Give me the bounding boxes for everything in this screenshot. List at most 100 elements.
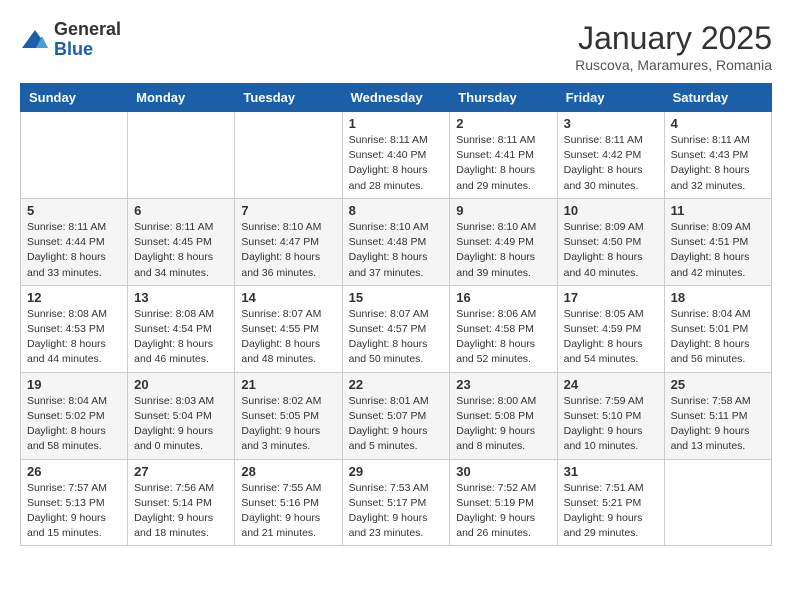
day-number: 19 (27, 377, 121, 392)
day-number: 18 (671, 290, 765, 305)
calendar-cell: 2 Sunrise: 8:11 AM Sunset: 4:41 PM Daylig… (450, 112, 557, 199)
day-info: Sunrise: 8:11 AM Sunset: 4:40 PM Dayligh… (349, 133, 444, 194)
calendar-cell (235, 112, 342, 199)
weekday-header-saturday: Saturday (664, 84, 771, 112)
weekday-header-friday: Friday (557, 84, 664, 112)
day-info: Sunrise: 8:10 AM Sunset: 4:47 PM Dayligh… (241, 220, 335, 281)
day-info: Sunrise: 7:52 AM Sunset: 5:19 PM Dayligh… (456, 481, 550, 542)
day-number: 6 (134, 203, 228, 218)
calendar-cell: 9 Sunrise: 8:10 AM Sunset: 4:49 PM Daylig… (450, 198, 557, 285)
weekday-header-tuesday: Tuesday (235, 84, 342, 112)
day-info: Sunrise: 8:10 AM Sunset: 4:48 PM Dayligh… (349, 220, 444, 281)
day-number: 20 (134, 377, 228, 392)
day-number: 15 (349, 290, 444, 305)
calendar-cell: 7 Sunrise: 8:10 AM Sunset: 4:47 PM Daylig… (235, 198, 342, 285)
calendar-table: SundayMondayTuesdayWednesdayThursdayFrid… (20, 83, 772, 546)
day-info: Sunrise: 7:53 AM Sunset: 5:17 PM Dayligh… (349, 481, 444, 542)
day-number: 16 (456, 290, 550, 305)
calendar-cell: 16Sunrise: 8:06 AM Sunset: 4:58 PM Dayli… (450, 285, 557, 372)
day-number: 30 (456, 464, 550, 479)
day-info: Sunrise: 8:00 AM Sunset: 5:08 PM Dayligh… (456, 394, 550, 455)
day-number: 22 (349, 377, 444, 392)
calendar-cell: 25Sunrise: 7:58 AM Sunset: 5:11 PM Dayli… (664, 372, 771, 459)
calendar-cell: 28 Sunrise: 7:55 AM Sunset: 5:16 PM Dayli… (235, 459, 342, 546)
calendar-cell: 1 Sunrise: 8:11 AM Sunset: 4:40 PM Daylig… (342, 112, 450, 199)
day-number: 7 (241, 203, 335, 218)
calendar-cell: 15 Sunrise: 8:07 AM Sunset: 4:57 PM Dayli… (342, 285, 450, 372)
day-info: Sunrise: 8:04 AM Sunset: 5:01 PM Dayligh… (671, 307, 765, 368)
calendar-cell: 3Sunrise: 8:11 AM Sunset: 4:42 PM Daylig… (557, 112, 664, 199)
calendar-cell: 5 Sunrise: 8:11 AM Sunset: 4:44 PM Daylig… (21, 198, 128, 285)
week-row-1: 1 Sunrise: 8:11 AM Sunset: 4:40 PM Daylig… (21, 112, 772, 199)
location-subtitle: Ruscova, Maramures, Romania (575, 57, 772, 73)
day-number: 26 (27, 464, 121, 479)
calendar-cell: 13 Sunrise: 8:08 AM Sunset: 4:54 PM Dayli… (128, 285, 235, 372)
calendar-cell: 11 Sunrise: 8:09 AM Sunset: 4:51 PM Dayli… (664, 198, 771, 285)
weekday-header-wednesday: Wednesday (342, 84, 450, 112)
day-info: Sunrise: 8:11 AM Sunset: 4:41 PM Dayligh… (456, 133, 550, 194)
day-info: Sunrise: 8:04 AM Sunset: 5:02 PM Dayligh… (27, 394, 121, 455)
day-info: Sunrise: 8:11 AM Sunset: 4:45 PM Dayligh… (134, 220, 228, 281)
day-info: Sunrise: 8:10 AM Sunset: 4:49 PM Dayligh… (456, 220, 550, 281)
title-block: January 2025 Ruscova, Maramures, Romania (575, 20, 772, 73)
logo-blue: Blue (54, 39, 93, 59)
day-number: 31 (564, 464, 658, 479)
logo-general: General (54, 19, 121, 39)
logo: General Blue (20, 20, 121, 60)
week-row-4: 19 Sunrise: 8:04 AM Sunset: 5:02 PM Dayli… (21, 372, 772, 459)
day-number: 24 (564, 377, 658, 392)
day-info: Sunrise: 8:11 AM Sunset: 4:42 PM Dayligh… (564, 133, 658, 194)
logo-text: General Blue (54, 20, 121, 60)
day-number: 1 (349, 116, 444, 131)
day-number: 29 (349, 464, 444, 479)
weekday-header-sunday: Sunday (21, 84, 128, 112)
calendar-cell: 30 Sunrise: 7:52 AM Sunset: 5:19 PM Dayli… (450, 459, 557, 546)
day-number: 5 (27, 203, 121, 218)
day-info: Sunrise: 8:11 AM Sunset: 4:44 PM Dayligh… (27, 220, 121, 281)
day-number: 2 (456, 116, 550, 131)
day-number: 13 (134, 290, 228, 305)
calendar-cell: 12Sunrise: 8:08 AM Sunset: 4:53 PM Dayli… (21, 285, 128, 372)
day-number: 8 (349, 203, 444, 218)
calendar-cell: 23 Sunrise: 8:00 AM Sunset: 5:08 PM Dayli… (450, 372, 557, 459)
calendar-cell: 31 Sunrise: 7:51 AM Sunset: 5:21 PM Dayli… (557, 459, 664, 546)
calendar-cell: 24 Sunrise: 7:59 AM Sunset: 5:10 PM Dayli… (557, 372, 664, 459)
weekday-header-monday: Monday (128, 84, 235, 112)
day-info: Sunrise: 7:59 AM Sunset: 5:10 PM Dayligh… (564, 394, 658, 455)
day-info: Sunrise: 8:11 AM Sunset: 4:43 PM Dayligh… (671, 133, 765, 194)
calendar-cell (128, 112, 235, 199)
calendar-cell: 17Sunrise: 8:05 AM Sunset: 4:59 PM Dayli… (557, 285, 664, 372)
day-info: Sunrise: 8:07 AM Sunset: 4:57 PM Dayligh… (349, 307, 444, 368)
day-number: 4 (671, 116, 765, 131)
month-title: January 2025 (575, 20, 772, 57)
day-number: 11 (671, 203, 765, 218)
day-number: 10 (564, 203, 658, 218)
day-info: Sunrise: 8:08 AM Sunset: 4:54 PM Dayligh… (134, 307, 228, 368)
calendar-cell: 8 Sunrise: 8:10 AM Sunset: 4:48 PM Daylig… (342, 198, 450, 285)
day-number: 28 (241, 464, 335, 479)
day-info: Sunrise: 8:05 AM Sunset: 4:59 PM Dayligh… (564, 307, 658, 368)
day-number: 27 (134, 464, 228, 479)
day-number: 23 (456, 377, 550, 392)
day-info: Sunrise: 8:01 AM Sunset: 5:07 PM Dayligh… (349, 394, 444, 455)
calendar-cell: 22 Sunrise: 8:01 AM Sunset: 5:07 PM Dayli… (342, 372, 450, 459)
week-row-3: 12Sunrise: 8:08 AM Sunset: 4:53 PM Dayli… (21, 285, 772, 372)
calendar-cell (21, 112, 128, 199)
day-info: Sunrise: 7:55 AM Sunset: 5:16 PM Dayligh… (241, 481, 335, 542)
day-info: Sunrise: 8:07 AM Sunset: 4:55 PM Dayligh… (241, 307, 335, 368)
calendar-cell: 10 Sunrise: 8:09 AM Sunset: 4:50 PM Dayli… (557, 198, 664, 285)
logo-icon (20, 28, 50, 52)
calendar-cell: 27Sunrise: 7:56 AM Sunset: 5:14 PM Dayli… (128, 459, 235, 546)
day-info: Sunrise: 8:02 AM Sunset: 5:05 PM Dayligh… (241, 394, 335, 455)
weekday-header-row: SundayMondayTuesdayWednesdayThursdayFrid… (21, 84, 772, 112)
day-info: Sunrise: 8:09 AM Sunset: 4:50 PM Dayligh… (564, 220, 658, 281)
calendar-cell: 6 Sunrise: 8:11 AM Sunset: 4:45 PM Daylig… (128, 198, 235, 285)
day-number: 9 (456, 203, 550, 218)
calendar-cell: 14 Sunrise: 8:07 AM Sunset: 4:55 PM Dayli… (235, 285, 342, 372)
day-info: Sunrise: 8:09 AM Sunset: 4:51 PM Dayligh… (671, 220, 765, 281)
day-number: 25 (671, 377, 765, 392)
week-row-5: 26Sunrise: 7:57 AM Sunset: 5:13 PM Dayli… (21, 459, 772, 546)
day-number: 14 (241, 290, 335, 305)
day-info: Sunrise: 7:51 AM Sunset: 5:21 PM Dayligh… (564, 481, 658, 542)
calendar-cell: 20Sunrise: 8:03 AM Sunset: 5:04 PM Dayli… (128, 372, 235, 459)
